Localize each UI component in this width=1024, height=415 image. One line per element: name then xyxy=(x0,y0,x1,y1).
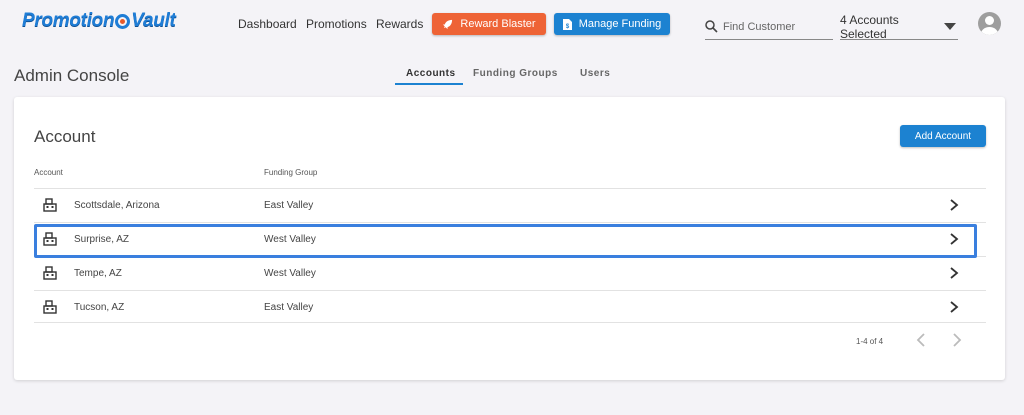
account-name: Tucson, AZ xyxy=(74,302,125,313)
column-header-funding-group: Funding Group xyxy=(264,168,318,177)
search-icon xyxy=(705,20,718,33)
table-row[interactable]: Tempe, AZ West Valley xyxy=(34,256,986,289)
column-header-account: Account xyxy=(34,168,63,177)
find-customer-search[interactable]: Find Customer xyxy=(705,14,833,40)
nav-promotions[interactable]: Promotions xyxy=(306,17,367,31)
search-placeholder: Find Customer xyxy=(723,20,796,33)
user-avatar-icon[interactable] xyxy=(978,12,1001,35)
funding-group: East Valley xyxy=(264,200,314,211)
document-dollar-icon: $ xyxy=(562,18,572,30)
page-title: Admin Console xyxy=(14,66,130,85)
funding-group: West Valley xyxy=(264,268,316,279)
add-account-button[interactable]: Add Account xyxy=(900,125,986,147)
account-name: Scottsdale, Arizona xyxy=(74,200,160,211)
nav-rewards[interactable]: Rewards xyxy=(376,17,423,31)
accounts-selected-value: 4 Accounts Selected xyxy=(840,12,899,41)
building-icon xyxy=(43,198,57,212)
chevron-right-icon[interactable] xyxy=(948,266,960,280)
manage-funding-label: Manage Funding xyxy=(578,18,662,30)
logo-text-part2: Vault xyxy=(131,10,176,31)
caret-down-icon xyxy=(944,23,956,30)
account-name: Tempe, AZ xyxy=(74,268,122,279)
chevron-right-icon[interactable] xyxy=(948,300,960,314)
nav-dashboard[interactable]: Dashboard xyxy=(238,17,297,31)
next-page-icon[interactable] xyxy=(950,331,964,349)
table-row[interactable]: Scottsdale, Arizona East Valley xyxy=(34,188,986,221)
vault-dial-icon xyxy=(115,13,131,29)
funding-group: East Valley xyxy=(264,302,314,313)
reward-blaster-label: Reward Blaster xyxy=(460,18,536,30)
previous-page-icon[interactable] xyxy=(914,331,928,349)
pagination-range: 1-4 of 4 xyxy=(856,337,884,346)
active-tab-indicator xyxy=(395,83,463,85)
table-row[interactable]: Tucson, AZ East Valley xyxy=(34,290,986,323)
rocket-icon xyxy=(443,19,453,29)
selected-row-highlight xyxy=(34,224,977,258)
top-navigation-bar: Promotion Vault Dashboard Promotions Rew… xyxy=(0,0,1024,48)
manage-funding-button[interactable]: $ Manage Funding xyxy=(554,13,670,35)
tab-accounts[interactable]: Accounts xyxy=(406,68,456,79)
logo-text-part1: Promotion xyxy=(22,10,115,31)
chevron-right-icon[interactable] xyxy=(948,198,960,212)
building-icon xyxy=(43,300,57,314)
card-title: Account xyxy=(34,127,96,146)
tab-users[interactable]: Users xyxy=(580,68,610,79)
accounts-selected-dropdown[interactable]: 4 Accounts Selected xyxy=(840,12,958,41)
tab-funding-groups[interactable]: Funding Groups xyxy=(473,68,558,79)
reward-blaster-button[interactable]: Reward Blaster xyxy=(432,13,546,35)
building-icon xyxy=(43,266,57,280)
promotion-vault-logo[interactable]: Promotion Vault xyxy=(22,10,176,32)
